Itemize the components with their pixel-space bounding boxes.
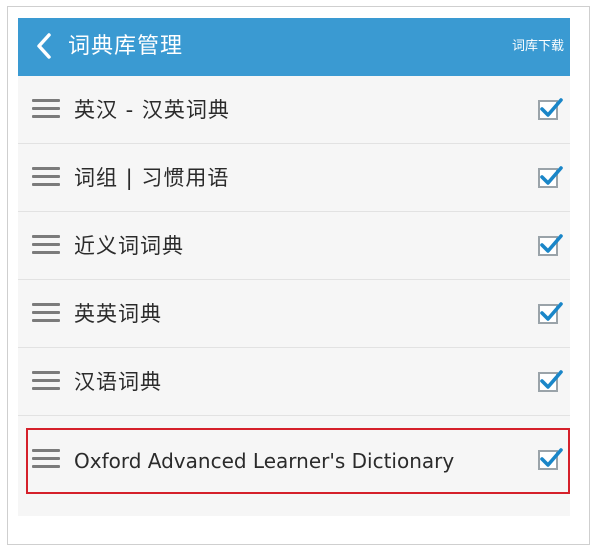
drag-handle-icon[interactable]	[32, 99, 60, 119]
dictionary-item-label: Oxford Advanced Learner's Dictionary	[74, 449, 455, 473]
drag-handle-icon[interactable]	[32, 449, 60, 469]
dictionary-checkbox[interactable]	[538, 234, 563, 256]
drag-handle-icon[interactable]	[32, 167, 60, 187]
dictionary-checkbox[interactable]	[538, 448, 563, 470]
dictionary-download-button[interactable]: 词库下载	[512, 37, 564, 57]
dictionary-item-phrases[interactable]: 词组 | 习惯用语	[18, 144, 570, 212]
checkbox-checked-icon	[540, 166, 563, 185]
drag-handle-icon[interactable]	[32, 235, 60, 255]
dictionary-item-en-zh[interactable]: 英汉 - 汉英词典	[18, 76, 570, 144]
checkbox-checked-icon	[540, 448, 563, 467]
dictionary-item-oxford[interactable]: Oxford Advanced Learner's Dictionary	[18, 426, 570, 494]
drag-handle-icon[interactable]	[32, 303, 60, 323]
page-title: 词典库管理	[68, 34, 184, 59]
dictionary-item-label: 英英词典	[74, 302, 162, 326]
dictionary-item-label: 汉语词典	[74, 370, 162, 394]
app-bar: 词典库管理 词库下载	[18, 18, 570, 76]
dictionary-item-label: 词组 | 习惯用语	[74, 166, 230, 190]
checkbox-checked-icon	[540, 370, 563, 389]
checkbox-checked-icon	[540, 234, 563, 253]
dictionary-checkbox[interactable]	[538, 302, 563, 324]
checkbox-checked-icon	[540, 98, 563, 117]
dictionary-item-label: 英汉 - 汉英词典	[74, 98, 230, 122]
dictionary-checkbox[interactable]	[538, 166, 563, 188]
back-button[interactable]	[26, 28, 62, 64]
dictionary-item-chinese[interactable]: 汉语词典	[18, 348, 570, 416]
dictionary-list: 英汉 - 汉英词典 词组 | 习惯用语 近义词词典 英英词典 汉语词典 Oxfo…	[18, 76, 570, 516]
chevron-left-icon	[37, 33, 51, 59]
dictionary-item-label: 近义词词典	[74, 234, 184, 258]
drag-handle-icon[interactable]	[32, 371, 60, 391]
dictionary-checkbox[interactable]	[538, 370, 563, 392]
dictionary-item-synonyms[interactable]: 近义词词典	[18, 212, 570, 280]
checkbox-checked-icon	[540, 302, 563, 321]
dictionary-checkbox[interactable]	[538, 98, 563, 120]
dictionary-item-en-en[interactable]: 英英词典	[18, 280, 570, 348]
